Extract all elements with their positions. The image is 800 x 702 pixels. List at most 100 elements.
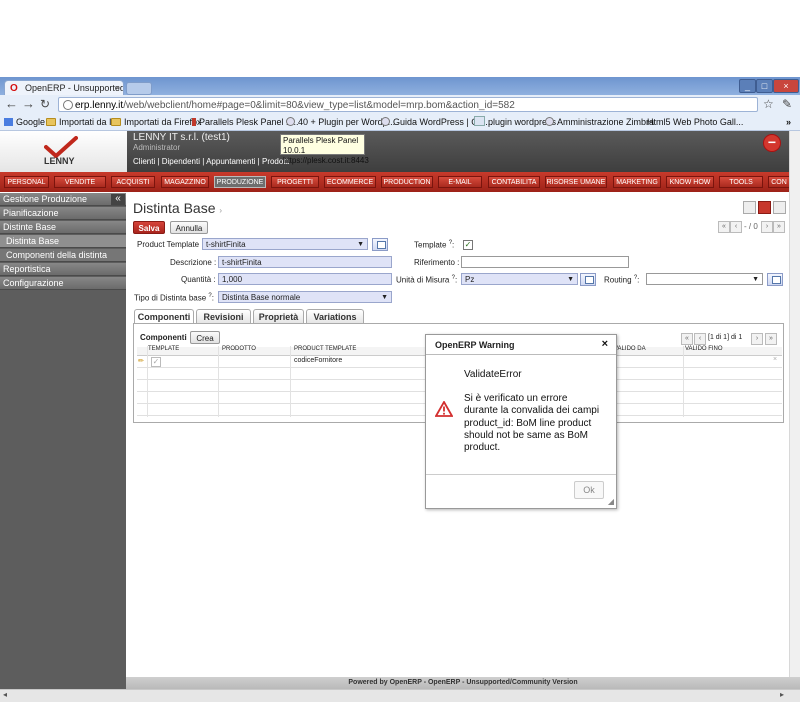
form-view-icon[interactable] [758,201,771,214]
grid-pager-first-icon[interactable]: « [681,333,693,345]
row-template-checkbox[interactable]: ✓ [151,357,161,367]
address-bar[interactable]: erp.lenny.it/web/webclient/home#page=0&l… [58,97,758,112]
menu-acquisti[interactable]: ACQUISTI [111,176,155,188]
dialog-close-icon[interactable]: × [602,338,608,350]
column-template[interactable]: TEMPLATE [148,346,179,352]
sidebar-item-gestione-produzione[interactable]: Gestione Produzione [0,193,126,206]
menu-contabilita[interactable]: CONTABILITA [488,176,540,188]
browser-tab[interactable]: O OpenERP - Unsupported/Com × [4,80,124,95]
menu-marketing[interactable]: MARKETING [613,176,661,188]
column-divider [290,346,291,417]
tab-close-icon[interactable]: × [115,81,120,95]
bookmark-plugin-wordpress[interactable]: plugin wordpress [474,114,556,130]
calendar-view-icon[interactable] [773,201,786,214]
menu-produzione[interactable]: PRODUZIONE [214,176,266,188]
scroll-right-icon[interactable]: ▸ [780,690,784,699]
column-divider [218,346,219,417]
tab-proprieta[interactable]: Proprietà [253,309,304,323]
google-icon [4,118,13,126]
tab-variations[interactable]: Variations [306,309,364,323]
logout-icon[interactable]: − [763,134,781,152]
menu-ecommerce[interactable]: ECOMMERCE [324,176,376,188]
menu-magazzino[interactable]: MAGAZZINO [161,176,209,188]
forward-icon[interactable]: → [22,96,35,112]
dropdown-arrow-icon: ▼ [381,294,388,301]
bookmark-folder-firefox[interactable]: Importati da Firefox [111,114,202,130]
bookmark-google[interactable]: Google [4,114,45,130]
menu-risorse-umane[interactable]: RISORSE UMANE [545,176,607,188]
tab-revisioni[interactable]: Revisioni [196,309,251,323]
pager-first-icon[interactable]: « [718,221,730,233]
sidebar-item-reportistica[interactable]: Reportistica [0,263,126,276]
sidebar-item-distinta-base[interactable]: Distinta Base [0,235,126,248]
menu-know-how[interactable]: KNOW HOW [666,176,714,188]
column-valido-da[interactable]: VALIDO DA [614,346,646,352]
menu-email[interactable]: E-MAIL [438,176,482,188]
new-tab-button[interactable] [126,82,152,95]
grid-pager-next-icon[interactable]: › [751,333,763,345]
grid-pager-last-icon[interactable]: » [765,333,777,345]
tipo-select[interactable]: Distinta Base normale ▼ [218,291,392,303]
riferimento-field[interactable] [461,256,629,268]
maximize-button[interactable]: □ [756,79,773,93]
menu-progetti[interactable]: PROGETTI [271,176,319,188]
menu-vendite[interactable]: VENDITE [54,176,106,188]
grid-title: Componenti [140,333,187,342]
bookmark-zimbra[interactable]: Amministrazione Zimbra [545,114,654,130]
pager-prev-icon[interactable]: ‹ [730,221,742,233]
bookmark-folder-ie[interactable]: Importati da IE [46,114,118,130]
create-button[interactable]: Crea [190,331,220,344]
menu-tools[interactable]: TOOLS [719,176,763,188]
uom-search-icon[interactable] [580,273,596,286]
uom-select[interactable]: Pz ▼ [461,273,578,285]
horizontal-scrollbar[interactable]: ◂ ▸ [0,689,800,702]
menu-personal[interactable]: PERSONAL [4,176,49,188]
cancel-button[interactable]: Annulla [170,221,208,234]
sidebar-item-componenti[interactable]: Componenti della distinta base [0,249,126,273]
product-template-search-icon[interactable] [372,238,388,251]
page-info-icon[interactable] [63,100,73,110]
bookmark-plugin-wordpress-list[interactable]: 40 + Plugin per Wordp... [286,114,395,130]
menu-con[interactable]: CON [768,176,790,188]
pager-last-icon[interactable]: » [773,221,785,233]
sidebar-item-pianificazione[interactable]: Pianificazione [0,207,126,220]
routing-select[interactable]: ▼ [646,273,763,285]
list-view-icon[interactable] [743,201,756,214]
bookmark-html5-photo[interactable]: Html5 Web Photo Gall... [647,114,743,130]
uom-value: Pz [465,275,475,284]
back-icon[interactable]: ← [5,96,18,112]
sidebar-item-distinte-base[interactable]: Distinte Base [0,221,126,234]
star-icon[interactable]: ☆ [763,96,774,112]
help-icon[interactable]: › [219,206,222,215]
bookmark-plesk[interactable]: Parallels Plesk Panel 1... [192,114,299,130]
quantita-field[interactable]: 1,000 [218,273,392,285]
product-template-select[interactable]: t-shirtFinita ▼ [202,238,368,250]
column-product-template[interactable]: PRODUCT TEMPLATE [294,346,356,352]
tab-componenti[interactable]: Componenti [134,309,194,324]
window-close-button[interactable]: × [773,79,799,93]
sidebar-item-configurazione[interactable]: Configurazione [0,277,126,290]
shortcuts-bar[interactable]: Clienti | Dipendenti | Appuntamenti | Pr… [133,157,290,166]
sidebar-footer [0,677,126,689]
template-checkbox[interactable]: ✓ [463,240,473,250]
save-button[interactable]: Salva [133,221,165,234]
wrench-icon[interactable]: ✎ [782,96,792,112]
reload-icon[interactable]: ↻ [40,96,50,112]
column-prodotto[interactable]: PRODOTTO [222,346,256,352]
column-valido-fino[interactable]: VALIDO FINO [685,346,723,352]
resize-grip-icon[interactable]: ◢ [608,497,614,506]
pager-next-icon[interactable]: › [761,221,773,233]
descrizione-field[interactable]: t-shirtFinita [218,256,392,268]
scroll-left-icon[interactable]: ◂ [3,690,7,699]
grid-pager-prev-icon[interactable]: ‹ [694,333,706,345]
app-logo[interactable]: LENNY [0,131,128,172]
vertical-scrollbar[interactable] [789,131,800,689]
minimize-button[interactable]: _ [739,79,756,93]
bookmarks-overflow[interactable]: » [786,114,791,130]
sidebar-collapse-button[interactable]: « [111,194,125,205]
edit-pencil-icon[interactable]: ✏ [138,357,144,365]
row-delete-icon[interactable]: × [773,356,777,363]
ok-button[interactable]: Ok [574,481,604,499]
routing-search-icon[interactable] [767,273,783,286]
menu-production[interactable]: PRODUCTION [381,176,433,188]
